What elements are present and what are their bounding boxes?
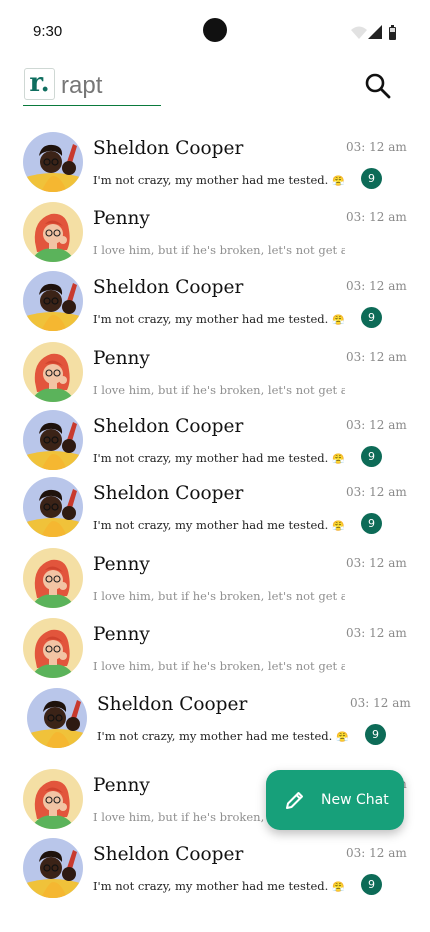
status-time: 9:30 (33, 23, 63, 40)
app-logo: r. (24, 68, 55, 100)
signal-icon (368, 25, 382, 39)
chat-list-item[interactable]: Penny 03: 12 am I love him, but if he's br… (0, 202, 430, 270)
unread-badge: 9 (361, 168, 382, 189)
chat-timestamp: 03: 12 am (346, 140, 407, 154)
unread-badge: 9 (361, 446, 382, 467)
chat-name: Penny (93, 208, 150, 229)
chat-list-item[interactable]: Sheldon Cooper 03: 12 am I'm not crazy, my… (0, 132, 430, 200)
chat-timestamp: 03: 12 am (346, 418, 407, 432)
chat-timestamp: 03: 12 am (346, 210, 407, 224)
chat-preview-text: I'm not crazy, my mother had me tested. (93, 312, 329, 326)
chat-timestamp: 03: 12 am (346, 626, 407, 640)
wifi-icon (351, 26, 367, 39)
avatar (23, 618, 83, 678)
chat-list-item[interactable]: Sheldon Cooper 03: 12 am I'm not crazy, my… (0, 271, 430, 339)
app-name: rapt (61, 72, 103, 99)
chat-preview: I love him, but if he's broken, let's no… (93, 383, 345, 397)
camera-cutout (203, 18, 227, 42)
avatar (23, 202, 83, 262)
chat-preview: I'm not crazy, my mother had me tested. 😤 (93, 518, 345, 532)
chat-preview-emoji: 😤 (336, 732, 349, 743)
unread-badge: 9 (361, 307, 382, 328)
chat-preview-text: I'm not crazy, my mother had me tested. (97, 729, 333, 743)
new-chat-label: New Chat (321, 792, 389, 808)
avatar (23, 410, 83, 470)
chat-name: Penny (93, 624, 150, 645)
avatar (23, 548, 83, 608)
avatar (23, 769, 83, 829)
chat-preview: I love him, but if he's broken, let's no… (93, 589, 345, 603)
chat-timestamp: 03: 12 am (346, 556, 407, 570)
chat-list-item[interactable]: Sheldon Cooper 03: 12 am I'm not crazy, my… (4, 688, 430, 756)
chat-name: Sheldon Cooper (93, 416, 244, 437)
chat-name: Penny (93, 554, 150, 575)
chat-preview-text: I love him, but if he's broken, let's no… (93, 383, 345, 397)
status-icons (350, 24, 400, 42)
chat-timestamp: 03: 12 am (346, 846, 407, 860)
chat-preview-text: I love him, but if he's broken, let's no… (93, 659, 345, 673)
avatar (23, 342, 83, 402)
chat-preview: I love him, but if he's broken, let's no… (93, 659, 345, 673)
chat-name: Penny (93, 348, 150, 369)
chat-preview: I'm not crazy, my mother had me tested. 😤 (93, 312, 345, 326)
chat-preview-emoji: 😤 (332, 454, 345, 465)
chat-list-item[interactable]: Sheldon Cooper 03: 12 am I'm not crazy, my… (0, 477, 430, 545)
new-chat-button[interactable]: New Chat (266, 770, 404, 830)
chat-list-item[interactable]: Penny 03: 12 am I love him, but if he's br… (0, 618, 430, 686)
unread-badge: 9 (361, 874, 382, 895)
chat-preview: I'm not crazy, my mother had me tested. 😤 (93, 173, 345, 187)
chat-name: Sheldon Cooper (93, 138, 244, 159)
unread-badge: 9 (361, 513, 382, 534)
search-icon (365, 73, 391, 99)
chat-preview: I love him, but if he's broken, let's no… (93, 243, 345, 257)
chat-timestamp: 03: 12 am (350, 696, 411, 710)
chat-list-item[interactable]: Sheldon Cooper 03: 12 am I'm not crazy, my… (0, 410, 430, 478)
avatar (23, 838, 83, 898)
chat-preview-emoji: 😤 (332, 521, 345, 532)
chat-preview-emoji: 😤 (332, 176, 345, 187)
chat-list-item[interactable]: Penny 03: 12 am I love him, but if he's br… (0, 342, 430, 410)
avatar (27, 688, 87, 748)
avatar (23, 477, 83, 537)
chat-preview-text: I'm not crazy, my mother had me tested. (93, 518, 329, 532)
chat-preview: I'm not crazy, my mother had me tested. 😤 (93, 879, 345, 893)
chat-timestamp: 03: 12 am (346, 485, 407, 499)
chat-preview-text: I'm not crazy, my mother had me tested. (93, 879, 329, 893)
status-bar: 9:30 (0, 0, 430, 60)
chat-preview-emoji: 😤 (332, 315, 345, 326)
pencil-icon (285, 790, 305, 810)
avatar (23, 132, 83, 192)
chat-timestamp: 03: 12 am (346, 279, 407, 293)
chat-name: Sheldon Cooper (97, 694, 248, 715)
chat-preview-text: I'm not crazy, my mother had me tested. (93, 451, 329, 465)
chat-name: Sheldon Cooper (93, 844, 244, 865)
chat-preview-text: I'm not crazy, my mother had me tested. (93, 173, 329, 187)
chat-preview: I'm not crazy, my mother had me tested. 😤 (93, 451, 345, 465)
search-button[interactable] (362, 70, 394, 102)
chat-timestamp: 03: 12 am (346, 350, 407, 364)
chat-preview-text: I love him, but if he's broken, let's no… (93, 243, 345, 257)
chat-name: Sheldon Cooper (93, 483, 244, 504)
avatar (23, 271, 83, 331)
chat-list-item[interactable]: Sheldon Cooper 03: 12 am I'm not crazy, my… (0, 838, 430, 906)
chat-list-item[interactable]: Penny 03: 12 am I love him, but if he's br… (0, 548, 430, 616)
chat-preview-text: I love him, but if he's broken, let's no… (93, 589, 345, 603)
chat-preview: I'm not crazy, my mother had me tested. 😤 (97, 729, 349, 743)
app-header: r. rapt (0, 60, 430, 110)
logo-letter: r. (29, 68, 50, 98)
chat-preview-emoji: 😤 (332, 882, 345, 893)
chat-name: Sheldon Cooper (93, 277, 244, 298)
chat-name: Penny (93, 775, 150, 796)
unread-badge: 9 (365, 724, 386, 745)
app-search-field[interactable]: r. rapt (23, 66, 161, 106)
